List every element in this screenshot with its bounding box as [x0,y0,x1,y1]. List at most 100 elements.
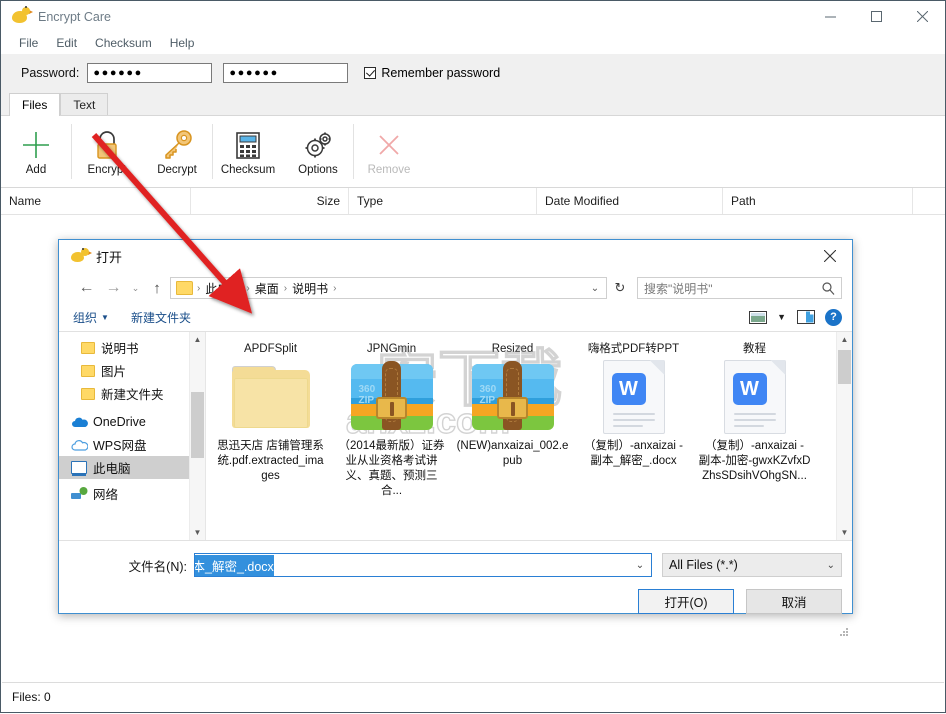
view-tools: ▼ ? [748,308,842,326]
network-icon [71,487,88,500]
refresh-button[interactable]: ↻ [607,276,633,300]
remove-label: Remove [367,164,411,176]
remove-button[interactable]: Remove [354,116,424,187]
encrypt-button[interactable]: Encrypt [72,116,142,187]
menu-file[interactable]: File [10,34,47,52]
breadcrumb-dropdown-icon[interactable]: ⌄ [584,283,606,294]
filename-input[interactable]: 副本_解密_.docx ⌄ [194,553,652,577]
forward-button[interactable]: → [100,276,127,300]
filetype-select[interactable]: All Files (*.*) ⌄ [662,553,842,577]
open-file-dialog: 打开 ← → ⌄ ↑ › 此电脑 › 桌面 › 说明书 › ⌄ ↻ 搜索"说明书… [58,239,853,636]
list-item[interactable]: Resized 360 ZIP (NEW)anxaizai_002.epub [452,338,573,499]
resize-grip[interactable] [839,626,849,636]
file-group-header: 教程 [743,343,766,355]
password-confirm-input[interactable]: ●●●●●● [223,63,349,83]
new-folder-button[interactable]: 新建文件夹 [131,309,191,326]
column-header-size[interactable]: Size [191,188,349,214]
view-mode-icon[interactable] [748,310,767,325]
column-header-type[interactable]: Type [349,188,537,214]
sidebar-item-this-pc[interactable]: 此电脑 [59,456,205,479]
list-item[interactable]: 教程 W （复制）-anxaizai - 副本-加密-gwxKZvfxDZhsS… [694,338,815,499]
onedrive-icon [71,416,88,427]
file-name: (NEW)anxaizai_002.epub [456,440,569,467]
breadcrumb-item-manual[interactable]: 说明书 [289,280,331,297]
scroll-up-icon[interactable]: ▲ [837,332,852,347]
sidebar-item-network[interactable]: 网络 [59,482,205,505]
checksum-button[interactable]: Checksum [213,116,283,187]
breadcrumb[interactable]: › 此电脑 › 桌面 › 说明书 › ⌄ [170,277,607,299]
password-input[interactable]: ●●●●●● [87,63,213,83]
search-box[interactable]: 搜索"说明书" [637,277,842,299]
minimize-button[interactable] [807,1,853,32]
column-header-name[interactable]: Name [1,188,191,214]
organize-label: 组织 [73,310,98,325]
scrollbar-thumb[interactable] [191,392,204,458]
menu-bar: File Edit Checksum Help [1,32,945,54]
list-item[interactable]: APDFSplit 思迅天店 店铺管理系统.pdf.extracted_imag… [210,338,331,499]
lock-icon [92,127,122,161]
status-files-count: Files: 0 [12,690,51,704]
sidebar-scrollbar[interactable]: ▲ ▼ [189,332,205,540]
file-name: （复制）-anxaizai - 副本-加密-gwxKZvfxDZhsSDsihV… [698,440,811,482]
decrypt-label: Decrypt [157,164,197,176]
dialog-body: 说明书 图片 新建文件夹 OneDrive WPS网盘 此电脑 网络 ▲ ▼ 安… [59,332,852,540]
file-group-header: Resized [491,343,534,355]
dialog-footer: 文件名(N): 副本_解密_.docx ⌄ All Files (*.*) ⌄ … [59,540,852,639]
column-header-path[interactable]: Path [723,188,913,214]
tab-files[interactable]: Files [9,93,61,116]
sidebar-item-new-folder[interactable]: 新建文件夹 [59,382,205,405]
cancel-button[interactable]: 取消 [746,589,842,614]
sidebar-item-label: 图片 [101,365,127,379]
menu-edit[interactable]: Edit [47,34,86,52]
options-button[interactable]: Options [283,116,353,187]
sidebar-item-wps-cloud[interactable]: WPS网盘 [59,433,205,456]
menu-checksum[interactable]: Checksum [86,34,161,52]
menu-help[interactable]: Help [161,34,204,52]
view-mode-caret-icon[interactable]: ▼ [777,312,786,322]
folder-tree: 说明书 图片 新建文件夹 OneDrive WPS网盘 此电脑 网络 [59,332,205,505]
history-dropdown-icon[interactable]: ⌄ [127,276,144,300]
decrypt-button[interactable]: Decrypt [142,116,212,187]
column-header-date-modified[interactable]: Date Modified [537,188,723,214]
title-bar: Encrypt Care [1,1,945,32]
window-title: Encrypt Care [38,9,111,24]
dialog-title: 打开 [96,250,123,265]
sidebar-item-label: 说明书 [101,342,139,356]
ribbon-toolbar: Add Encrypt Decrypt Checksum Options Rem… [1,116,945,188]
scrollbar-thumb[interactable] [838,350,851,384]
help-button[interactable]: ? [825,308,842,326]
scroll-down-icon[interactable]: ▼ [190,525,205,540]
preview-pane-icon[interactable] [796,310,815,325]
file-list-scrollbar[interactable]: ▲ ▼ [836,332,852,540]
file-list-pane: 安下载 anxz.com APDFSplit 思迅天店 店铺管理系统.pdf.e… [206,332,852,540]
maximize-button[interactable] [853,1,899,32]
breadcrumb-item-desktop[interactable]: 桌面 [252,280,282,297]
archive-zip-icon: 360 ZIP [470,359,556,435]
scroll-down-icon[interactable]: ▼ [837,525,852,540]
up-button[interactable]: ↑ [144,276,170,300]
wps-cloud-icon [71,439,89,451]
zip-badge: 360 ZIP [358,384,376,406]
dialog-close-button[interactable] [808,240,852,272]
sidebar-item-label: 新建文件夹 [101,388,164,402]
organize-button[interactable]: 组织 ▼ [73,309,109,326]
remember-password-checkbox[interactable]: Remember password [364,66,500,80]
back-button[interactable]: ← [73,276,100,300]
list-item[interactable]: 嗨格式PDF转PPT W （复制）-anxaizai - 副本_解密_.docx [573,338,694,499]
breadcrumb-item-this-pc[interactable]: 此电脑 [202,280,244,297]
key-icon [160,127,194,161]
list-item[interactable]: JPNGmin 360 ZIP （2014最新版）证券业从业资格考试讲义、真题、预… [331,338,452,499]
sidebar-item-pictures[interactable]: 图片 [59,359,205,382]
tab-text[interactable]: Text [60,93,109,115]
this-pc-icon [71,461,87,476]
close-button[interactable] [899,1,945,32]
folder-icon [176,281,193,295]
scroll-up-icon[interactable]: ▲ [190,332,205,347]
chevron-down-icon[interactable]: ⌄ [629,560,651,571]
add-label: Add [25,164,47,176]
sidebar-item-manual[interactable]: 说明书 [59,336,205,359]
open-button[interactable]: 打开(O) [638,589,734,614]
sidebar-item-onedrive[interactable]: OneDrive [59,410,205,433]
add-button[interactable]: Add [1,116,71,187]
status-bar: Files: 0 [2,682,944,711]
